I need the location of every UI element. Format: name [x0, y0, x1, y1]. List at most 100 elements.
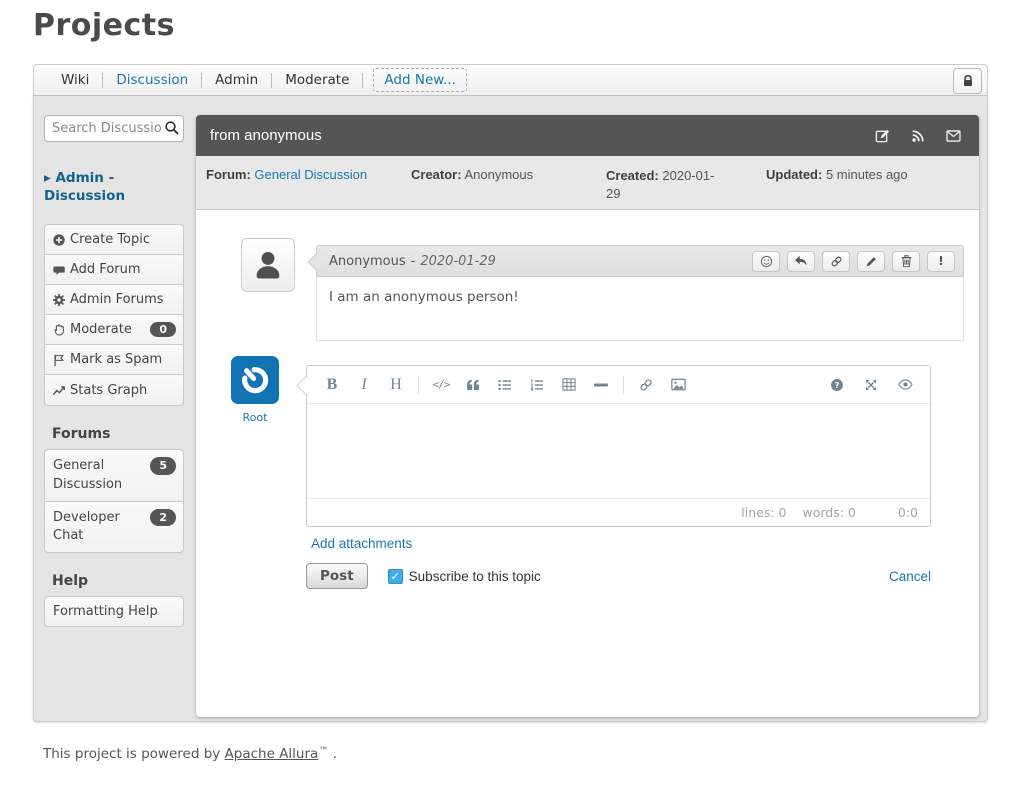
- edit-topic-icon[interactable]: [875, 128, 890, 143]
- preview-button[interactable]: [890, 371, 920, 399]
- forums-list: General Discussion 5 Developer Chat 2: [44, 449, 184, 554]
- add-attachments-link[interactable]: Add attachments: [311, 536, 412, 551]
- table-button[interactable]: [554, 371, 584, 399]
- sidebar-item-create-topic[interactable]: Create Topic: [45, 225, 183, 256]
- reply-textarea[interactable]: [307, 404, 930, 498]
- lock-icon: [962, 74, 974, 88]
- forum-label: Developer Chat: [53, 509, 120, 543]
- topic-meta-bar: Forum: General Discussion Creator: Anony…: [196, 156, 979, 210]
- email-subscribe-icon[interactable]: [946, 128, 961, 143]
- sidebar-item-label: Admin Forums: [70, 292, 164, 308]
- top-navbar: Wiki Discussion Admin Moderate Add New..…: [33, 64, 988, 96]
- permalink-button[interactable]: [822, 250, 850, 272]
- trash-icon: [900, 254, 913, 268]
- ordered-list-button[interactable]: [522, 371, 552, 399]
- insert-image-button[interactable]: [663, 371, 693, 399]
- toolbar-separator: [418, 375, 419, 394]
- sidebar-item-mark-as-spam[interactable]: Mark as Spam: [45, 345, 183, 376]
- sidebar-item-stats-graph[interactable]: Stats Graph: [45, 375, 183, 406]
- nav-tab-wiki[interactable]: Wiki: [48, 72, 102, 88]
- meta-updated: Updated: 5 minutes ago: [766, 167, 969, 209]
- svg-text:?: ?: [835, 379, 840, 389]
- smiley-icon: [760, 255, 773, 268]
- sidebar-menu: Create Topic Add Forum Admin Forums Mode…: [44, 224, 184, 407]
- lock-button[interactable]: [953, 68, 982, 94]
- nav-tab-moderate[interactable]: Moderate: [272, 72, 362, 88]
- sidebar-admin-discussion-link[interactable]: ▸ Admin - Discussion: [44, 169, 184, 205]
- sidebar-item-add-forum[interactable]: Add Forum: [45, 255, 183, 286]
- meta-creator-value: Anonymous: [464, 167, 534, 182]
- sidebar-item-moderate[interactable]: Moderate 0: [45, 315, 183, 346]
- topic-header: from anonymous: [196, 115, 979, 156]
- reply-button[interactable]: [787, 250, 815, 272]
- sidebar-item-formatting-help[interactable]: Formatting Help: [45, 597, 183, 627]
- sidebar-item-admin-forums[interactable]: Admin Forums: [45, 285, 183, 316]
- markdown-help-button[interactable]: ?: [822, 371, 852, 399]
- editor-bubble-arrow: [296, 376, 315, 395]
- meta-forum-label: Forum:: [206, 167, 251, 182]
- trademark-symbol: ™: [318, 746, 329, 757]
- bubble-arrow: [307, 253, 325, 271]
- hand-icon: [52, 323, 70, 337]
- subscribe-control[interactable]: ✓ Subscribe to this topic: [387, 568, 541, 584]
- sidebar-item-label: Moderate: [70, 322, 132, 338]
- footer: This project is powered by Apache Allura…: [43, 746, 337, 762]
- sidebar-item-general-discussion[interactable]: General Discussion 5: [45, 450, 183, 502]
- apache-allura-link[interactable]: Apache Allura: [225, 746, 319, 762]
- cancel-link[interactable]: Cancel: [889, 569, 931, 584]
- subscribe-label: Subscribe to this topic: [408, 568, 541, 584]
- forums-section-header: Forums: [52, 426, 111, 443]
- search-input[interactable]: [44, 115, 184, 142]
- delete-post-button[interactable]: [892, 250, 920, 272]
- reply-editor: B I H </> ? lines: 0 words: 0 0:0: [296, 365, 931, 527]
- main-panel: from anonymous Forum: General Discussion…: [196, 115, 979, 717]
- root-username-link[interactable]: Root: [231, 411, 279, 424]
- insert-link-button[interactable]: [631, 371, 661, 399]
- italic-button[interactable]: I: [349, 371, 379, 399]
- meta-forum: Forum: General Discussion: [206, 167, 411, 209]
- post-actions-row: Post ✓ Subscribe to this topic Cancel: [306, 563, 931, 589]
- meta-forum-link[interactable]: General Discussion: [254, 167, 367, 182]
- footer-text: This project is powered by: [43, 746, 225, 762]
- quote-button[interactable]: [458, 371, 488, 399]
- anonymous-avatar: [241, 238, 295, 292]
- edit-post-button[interactable]: [857, 250, 885, 272]
- nav-tab-admin[interactable]: Admin: [202, 72, 271, 88]
- post-date: 2020-01-29: [420, 253, 496, 269]
- lines-count: lines: 0: [741, 505, 787, 520]
- meta-updated-value: 5 minutes ago: [825, 167, 908, 182]
- reply-arrow-icon: [794, 255, 808, 267]
- sidebar-item-label: Create Topic: [70, 232, 151, 248]
- mark-spam-button[interactable]: !: [927, 250, 955, 272]
- post: Anonymous - 2020-01-29 ! I am an anonymo…: [307, 245, 964, 341]
- page-title: Projects: [33, 8, 176, 43]
- post-body: I am an anonymous person!: [316, 277, 964, 341]
- code-button[interactable]: </>: [426, 371, 456, 399]
- forum-label: General Discussion: [53, 458, 123, 492]
- add-reaction-button[interactable]: [752, 250, 780, 272]
- plus-circle-icon: [52, 233, 70, 247]
- fullscreen-button[interactable]: [856, 371, 886, 399]
- unordered-list-button[interactable]: [490, 371, 520, 399]
- subscribe-checkbox[interactable]: ✓: [387, 568, 403, 584]
- cursor-position: 0:0: [897, 505, 918, 520]
- flag-icon: [52, 353, 70, 367]
- editor-toolbar: B I H </> ?: [296, 366, 930, 404]
- nav-tab-discussion[interactable]: Discussion: [103, 72, 201, 88]
- bold-button[interactable]: B: [317, 371, 347, 399]
- meta-created: Created: 2020-01-29: [606, 167, 766, 209]
- sidebar-item-developer-chat[interactable]: Developer Chat 2: [45, 501, 183, 553]
- post-button[interactable]: Post: [306, 563, 368, 589]
- moderate-count-badge: 0: [150, 322, 176, 338]
- rss-feed-icon[interactable]: [911, 128, 925, 143]
- search-icon[interactable]: [164, 120, 180, 136]
- add-new-button[interactable]: Add New...: [373, 68, 467, 92]
- post-header: Anonymous - 2020-01-29 !: [307, 245, 964, 277]
- exclamation-icon: !: [938, 254, 944, 268]
- meta-created-label: Created:: [606, 168, 659, 183]
- horizontal-rule-button[interactable]: [586, 371, 616, 399]
- post-author: Anonymous: [329, 253, 406, 269]
- link-icon: [830, 255, 843, 268]
- pencil-icon: [865, 255, 878, 268]
- heading-button[interactable]: H: [381, 371, 411, 399]
